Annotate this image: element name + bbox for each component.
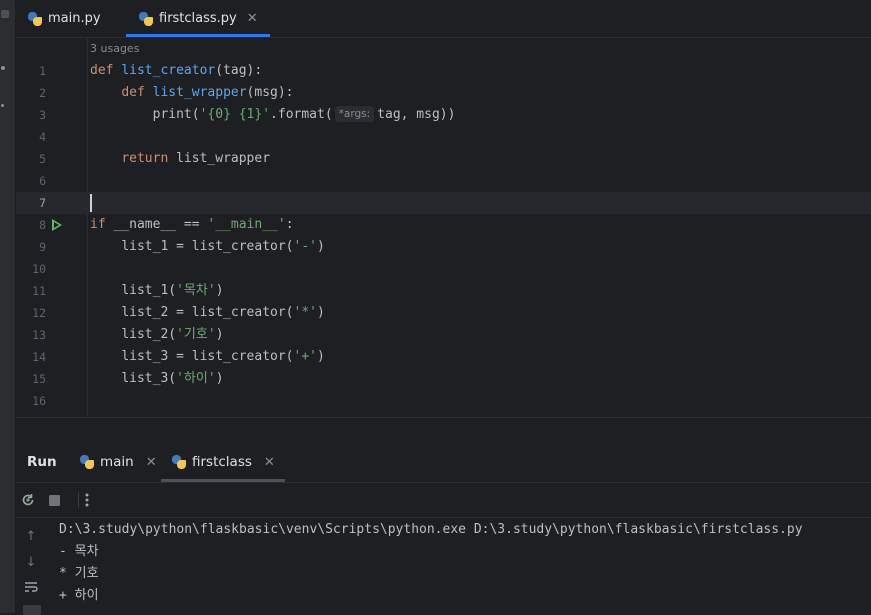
arrow-down-icon[interactable]: ↓ [23,555,39,571]
console-output[interactable]: D:\3.study\python\flaskbasic\venv\Script… [59,519,803,607]
run-tab-label: main [100,454,134,470]
console-line: D:\3.study\python\flaskbasic\venv\Script… [59,522,803,537]
run-gutter-icon[interactable] [52,219,62,231]
soft-wrap-icon[interactable] [23,581,39,597]
close-icon[interactable]: ✕ [264,455,275,470]
bookmarks-tool-icon[interactable] [1,104,4,107]
code-line[interactable]: 8 if __name__ == '__main__': [16,214,871,236]
run-tool-window: Run main ✕ firstclass ✕ ↑ ↓ D:\3.study\p… [16,442,871,615]
run-tab-main[interactable]: main ✕ [80,442,157,482]
run-toolbar [16,482,871,518]
code-line[interactable]: 14 list_3 = list_creator('+') [16,346,871,368]
tab-label: main.py [48,11,101,26]
parameter-hint: *args: [334,106,375,122]
code-line[interactable]: 6 [16,170,871,192]
code-line[interactable]: 13 list_2('기호') [16,324,871,346]
panel-splitter[interactable] [16,417,871,442]
code-line[interactable]: 12 list_2 = list_creator('*') [16,302,871,324]
code-line[interactable]: 5 return list_wrapper [16,148,871,170]
code-editor[interactable]: 3 usages 1 def list_creator(tag): 2 def … [16,38,871,416]
more-vertical-icon[interactable] [78,491,96,509]
run-panel-header: Run main ✕ firstclass ✕ [16,442,871,482]
project-tool-icon[interactable] [1,10,9,18]
run-tab-label: firstclass [192,454,252,470]
code-line[interactable]: 11 list_1('목차') [16,280,871,302]
structure-tool-icon[interactable] [1,66,5,70]
close-icon[interactable]: ✕ [146,455,157,470]
tab-firstclass-py[interactable]: firstclass.py ✕ [126,0,270,37]
tab-main-py[interactable]: main.py [28,0,101,37]
code-line[interactable]: 15 list_3('하이') [16,368,871,390]
python-file-icon [139,11,153,26]
console-side-toolbar: ↑ ↓ [16,517,47,615]
code-line[interactable]: 1 def list_creator(tag): [16,60,871,82]
scroll-to-end-icon[interactable] [23,605,41,615]
code-line[interactable]: 16 [16,390,871,412]
python-file-icon [80,455,94,469]
arrow-up-icon[interactable]: ↑ [23,529,39,545]
usages-hint[interactable]: 3 usages [90,42,139,55]
code-line[interactable]: 2 def list_wrapper(msg): [16,82,871,104]
tool-window-strip [0,0,16,613]
run-panel-title: Run [27,454,57,470]
tab-label: firstclass.py [159,11,237,26]
console-line: + 하이 [59,588,99,603]
rerun-icon[interactable] [19,491,37,509]
python-file-icon [28,11,42,26]
editor-tab-bar: main.py firstclass.py ✕ [16,0,871,38]
code-line[interactable]: 3 print('{0} {1}'.format(*args: tag, msg)… [16,104,871,126]
python-file-icon [172,455,186,469]
code-line[interactable]: 9 list_1 = list_creator('-') [16,236,871,258]
close-icon[interactable]: ✕ [247,11,258,26]
run-tab-firstclass[interactable]: firstclass ✕ [161,442,285,482]
current-code-line[interactable]: 7 [16,192,871,214]
code-line[interactable]: 4 [16,126,871,148]
code-line[interactable]: 10 [16,258,871,280]
console-line: * 기호 [59,566,99,581]
console-line: - 목차 [59,544,99,559]
stop-icon[interactable] [45,491,63,509]
text-caret [90,194,92,212]
